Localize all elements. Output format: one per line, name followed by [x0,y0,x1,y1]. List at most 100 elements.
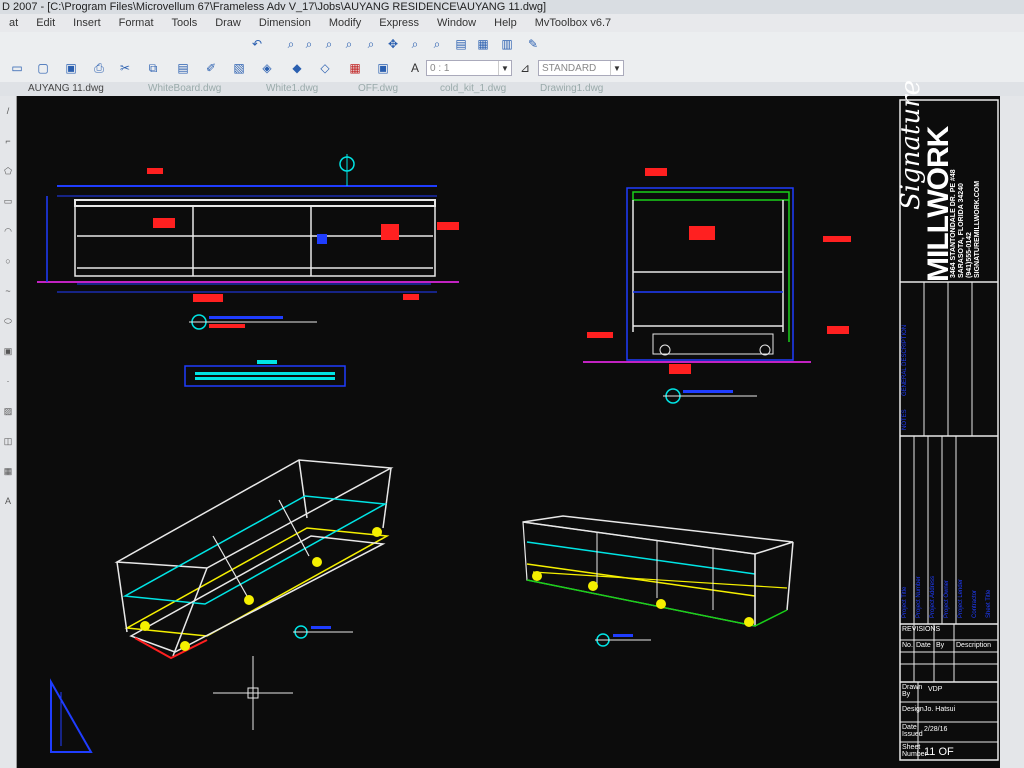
layer-combo[interactable]: 0 : 1 ▼ [426,60,512,76]
menu-item[interactable]: at [0,14,27,32]
design-label: Design [902,706,924,713]
markup-icon[interactable]: ✎ [526,37,540,51]
new-icon[interactable]: ▭ [10,61,24,75]
sheet-desc: GENERAL DESCRIPTION [902,324,908,396]
date-label: Date Issued [902,724,923,738]
tab-auyang-11[interactable]: AUYANG 11.dwg [28,82,104,96]
mtext-icon[interactable]: A [3,496,13,506]
project-field: Project Owner [944,579,950,618]
circle-icon[interactable]: ○ [3,256,13,266]
save-as-icon[interactable]: ▣ [376,61,390,75]
tab-white1[interactable]: White1.dwg [266,82,318,96]
title-block: Signature MILLWORK 3464 STANTONDALE DR. … [884,80,1000,768]
menu-item[interactable]: Tools [163,14,207,32]
hatch-icon[interactable]: ▨ [3,406,13,416]
project-field: Contractor [972,589,978,618]
text-style-icon[interactable]: A [408,61,422,75]
dimension-style-icon[interactable]: ⊿ [518,61,532,75]
layer-manager-icon[interactable]: ◆ [290,61,304,75]
isometric-view-2 [522,515,794,647]
revision-col: No. [902,642,913,649]
menu-item[interactable]: Window [428,14,485,32]
zoom-all-icon[interactable]: ⌕ [364,37,378,51]
open-icon[interactable]: ▢ [36,61,50,75]
project-field: Project Title [902,586,908,618]
drawing-canvas[interactable] [17,96,1024,768]
isometric-view-1 [114,459,394,660]
undo-icon[interactable]: ↶ [250,37,264,51]
spline-icon[interactable]: ~ [3,286,13,296]
zoom-previous-icon[interactable]: ⌕ [408,37,422,51]
line-icon[interactable]: / [3,106,13,116]
block-icon[interactable]: ▧ [232,61,246,75]
sheet-value: 11 OF [924,746,954,758]
notes-label: NOTES [902,409,908,430]
rectangle-icon[interactable]: ▭ [3,196,13,206]
vertical-scrollbar[interactable] [1000,96,1024,768]
calculator-icon[interactable]: ▦ [348,61,362,75]
tool-palette-icon[interactable]: ▥ [500,37,514,51]
drawn-by-value: VDP [928,686,943,693]
address-line: SARASOTA, FLORIDA 34240 [958,183,965,278]
menu-item[interactable]: Express [370,14,428,32]
arc-icon[interactable]: ◠ [3,226,13,236]
tab-whiteboard[interactable]: WhiteBoard.dwg [148,82,221,96]
match-properties-icon[interactable]: ✐ [204,61,218,75]
cut-icon[interactable]: ✂ [118,61,132,75]
window-title: D 2007 - [C:\Program Files\Microvellum 6… [0,0,1024,14]
tab-cold-kit[interactable]: cold_kit_1.dwg [440,82,506,96]
drawn-by-label: Drawn By [902,684,923,698]
insert-block-icon[interactable]: ▣ [3,346,13,356]
menu-item[interactable]: Help [485,14,526,32]
draw-toolbar: / ⌐ ⬠ ▭ ◠ ○ ~ ⬭ ▣ · ▨ ◫ ▦ A [0,96,17,768]
side-section [583,168,851,404]
paste-icon[interactable]: ▤ [176,61,190,75]
zoom-realtime-icon[interactable]: ⌕ [284,37,298,51]
tab-drawing1[interactable]: Drawing1.dwg [540,82,603,96]
date-value: 2/28/16 [924,726,948,733]
print-icon[interactable]: ⎙ [92,61,106,75]
point-icon[interactable]: · [3,376,13,386]
layer-state-icon[interactable]: ◇ [318,61,332,75]
menu-item[interactable]: Format [110,14,163,32]
chevron-down-icon: ▼ [610,61,623,75]
design-center-icon[interactable]: ▦ [476,37,490,51]
revision-col: Date [916,642,931,649]
tab-off[interactable]: OFF.dwg [358,82,398,96]
address-line: 3464 STANTONDALE DR. PE #48 [950,169,957,278]
zoom-extents-icon[interactable]: ⌕ [430,37,444,51]
address-line: SIGNATUREMILLWORK.COM [974,180,981,278]
layer-combo-value: 0 : 1 [430,63,450,74]
save-icon[interactable]: ▣ [64,61,78,75]
revision-col: Description [956,642,992,649]
layer-previous-icon[interactable]: ◈ [260,61,274,75]
revision-header: REVISIONS [902,626,941,633]
standard-toolbar: ↶ ⌕ ⌕ ⌕ ⌕ ⌕ ✥ ⌕ ⌕ ▤ ▦ ▥ ✎ [0,32,1024,57]
project-field: Sheet Title [986,589,992,618]
menu-item[interactable]: Draw [206,14,250,32]
table-icon[interactable]: ▦ [3,466,13,476]
ellipse-icon[interactable]: ⬭ [3,316,13,326]
revision-col: By [936,642,945,649]
menu-bar: at Edit Insert Format Tools Draw Dimension Modi… [0,14,1024,32]
menu-item[interactable]: Insert [64,14,110,32]
zoom-in-icon[interactable]: ⌕ [322,37,336,51]
menu-item[interactable]: Dimension [250,14,320,32]
region-icon[interactable]: ◫ [3,436,13,446]
design-value: Jo. Hatsui [924,706,956,713]
zoom-window-icon[interactable]: ⌕ [302,37,316,51]
sheet-label: Sheet Number [902,744,927,758]
layers-toolbar: ▭ ▢ ▣ ⎙ ✂ ⧉ ▤ ✐ ▧ ◈ ◆ ◇ ▦ ▣ A 0 : 1 ▼ ⊿ S… [0,56,1024,83]
zoom-out-icon[interactable]: ⌕ [342,37,356,51]
linetype-combo[interactable]: STANDARD ▼ [538,60,624,76]
properties-icon[interactable]: ▤ [454,37,468,51]
polyline-icon[interactable]: ⌐ [3,136,13,146]
polygon-icon[interactable]: ⬠ [3,166,13,176]
copy-icon[interactable]: ⧉ [146,61,160,75]
file-tabs: AUYANG 11.dwg WhiteBoard.dwg White1.dwg … [0,82,1024,97]
chevron-down-icon: ▼ [498,61,511,75]
menu-item[interactable]: Edit [27,14,64,32]
pan-icon[interactable]: ✥ [386,37,400,51]
menu-item[interactable]: Modify [320,14,370,32]
menu-item[interactable]: MvToolbox v6.7 [526,14,620,32]
